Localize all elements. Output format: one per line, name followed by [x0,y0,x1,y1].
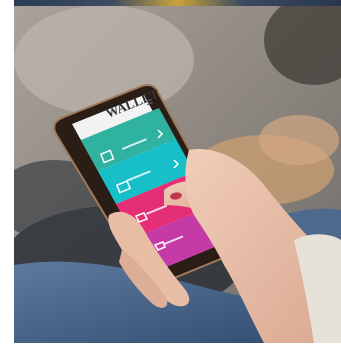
blur-highlight [14,5,194,115]
scene-svg: WALLET [14,0,341,343]
top-strip [14,0,341,6]
autumn-leaves-2 [259,115,339,165]
photo: WALLET [14,0,341,343]
left-margin [0,0,14,350]
bottom-margin [0,343,341,350]
